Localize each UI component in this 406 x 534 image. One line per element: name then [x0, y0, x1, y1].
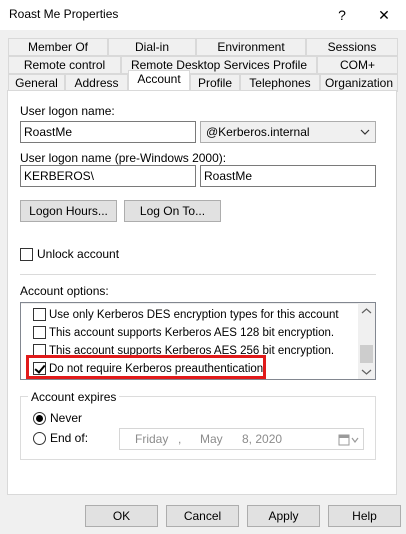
- list-item: Use only Kerberos DES encryption types f…: [49, 309, 339, 321]
- logon-name-input[interactable]: RoastMe: [20, 121, 196, 143]
- logon-hours-button[interactable]: Logon Hours...: [20, 200, 117, 222]
- ok-button[interactable]: OK: [85, 505, 158, 527]
- close-icon[interactable]: ✕: [364, 3, 404, 27]
- tab-member-of[interactable]: Member Of: [8, 38, 108, 56]
- divider: [20, 274, 376, 275]
- end-of-label: End of:: [50, 431, 89, 445]
- date-month: May: [200, 432, 223, 446]
- domain-select[interactable]: @Kerberos.internal: [200, 121, 376, 143]
- tab-sessions[interactable]: Sessions: [306, 38, 398, 56]
- scrollbar-thumb[interactable]: [360, 345, 373, 363]
- help-button[interactable]: Help: [328, 505, 401, 527]
- domain-select-value: @Kerberos.internal: [206, 125, 310, 139]
- pre2000-domain-input: KERBEROS\: [20, 165, 196, 187]
- tab-account[interactable]: Account: [128, 70, 190, 90]
- date-weekday: Friday: [135, 432, 169, 446]
- logon-name-label: User logon name:: [20, 104, 115, 118]
- window-title: Roast Me Properties: [9, 7, 119, 21]
- chevron-down-icon: [360, 122, 370, 148]
- pre2000-user-input[interactable]: RoastMe: [200, 165, 376, 187]
- tab-environment[interactable]: Environment: [196, 38, 306, 56]
- cancel-button[interactable]: Cancel: [166, 505, 239, 527]
- apply-button[interactable]: Apply: [247, 505, 320, 527]
- end-date-picker[interactable]: Friday , May 8, 2020: [119, 428, 364, 450]
- never-label: Never: [50, 411, 83, 425]
- unlock-checkbox[interactable]: [20, 248, 33, 261]
- highlight-box: [26, 355, 266, 379]
- chevron-down-icon[interactable]: [361, 366, 372, 379]
- chevron-up-icon[interactable]: [361, 305, 372, 319]
- option-aes128-checkbox[interactable]: [33, 326, 46, 339]
- options-scrollbar[interactable]: [358, 303, 375, 379]
- account-expires-label: Account expires: [28, 390, 120, 404]
- pre2000-label: User logon name (pre-Windows 2000):: [20, 151, 227, 165]
- end-of-radio[interactable]: [33, 432, 46, 445]
- unlock-label: Unlock account: [37, 247, 120, 261]
- tab-remote-control[interactable]: Remote control: [8, 56, 121, 74]
- tab-com-plus[interactable]: COM+: [317, 56, 398, 74]
- help-title-button[interactable]: ?: [322, 3, 362, 27]
- date-day-year: 8, 2020: [242, 432, 283, 446]
- account-options-label: Account options:: [20, 284, 109, 298]
- tab-dial-in[interactable]: Dial-in: [108, 38, 196, 56]
- list-item: This account supports Kerberos AES 128 b…: [49, 327, 335, 339]
- log-on-to-button[interactable]: Log On To...: [124, 200, 221, 222]
- never-radio[interactable]: [33, 412, 46, 425]
- date-separator: ,: [178, 432, 182, 446]
- option-des-checkbox[interactable]: [33, 308, 46, 321]
- calendar-icon[interactable]: [338, 433, 360, 450]
